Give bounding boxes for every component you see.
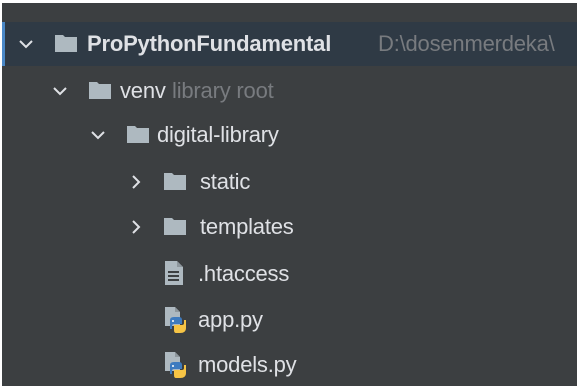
chevron-right-icon[interactable]: [128, 219, 144, 235]
folder-icon: [164, 173, 186, 190]
tree-item-project-root[interactable]: ProPythonFundamental D:\dosenmerdeka\: [2, 22, 577, 66]
python-file-icon: [165, 307, 186, 333]
tree-item-htaccess[interactable]: .htaccess: [2, 252, 577, 296]
text-file-icon: [165, 261, 183, 285]
tree-item-digital-library[interactable]: digital-library: [2, 113, 577, 157]
chevron-down-icon[interactable]: [90, 127, 106, 143]
tree-item-path-hint: D:\dosenmerdeka\: [378, 31, 555, 56]
tree-item-label: templates: [200, 214, 294, 239]
folder-icon: [89, 82, 111, 99]
folder-icon: [55, 35, 77, 52]
chevron-right-icon[interactable]: [128, 174, 144, 190]
tree-item-label: .htaccess: [198, 261, 290, 286]
tree-item-library-root-hint: library root: [172, 78, 274, 103]
tree-item-label: ProPythonFundamental: [87, 31, 332, 56]
tree-item-label: app.py: [198, 307, 263, 332]
tree-item-label: venv: [120, 78, 166, 103]
tree-item-templates[interactable]: templates: [2, 205, 577, 249]
tree-item-venv[interactable]: venv library root: [2, 69, 577, 113]
project-panel: ProPythonFundamental D:\dosenmerdeka\ ve…: [0, 0, 577, 386]
folder-icon: [164, 218, 186, 235]
tree-item-static[interactable]: static: [2, 160, 577, 204]
folder-icon: [127, 126, 149, 143]
tree-item-label: models.py: [198, 352, 297, 377]
project-tree: ProPythonFundamental D:\dosenmerdeka\ ve…: [2, 3, 577, 386]
tree-item-models-py[interactable]: models.py: [2, 343, 577, 386]
tree-item-app-py[interactable]: app.py: [2, 298, 577, 342]
tree-item-label: static: [200, 169, 251, 194]
chevron-down-icon[interactable]: [18, 36, 34, 52]
tree-item-label: digital-library: [157, 122, 279, 147]
chevron-down-icon[interactable]: [52, 83, 68, 99]
python-file-icon: [165, 352, 186, 378]
